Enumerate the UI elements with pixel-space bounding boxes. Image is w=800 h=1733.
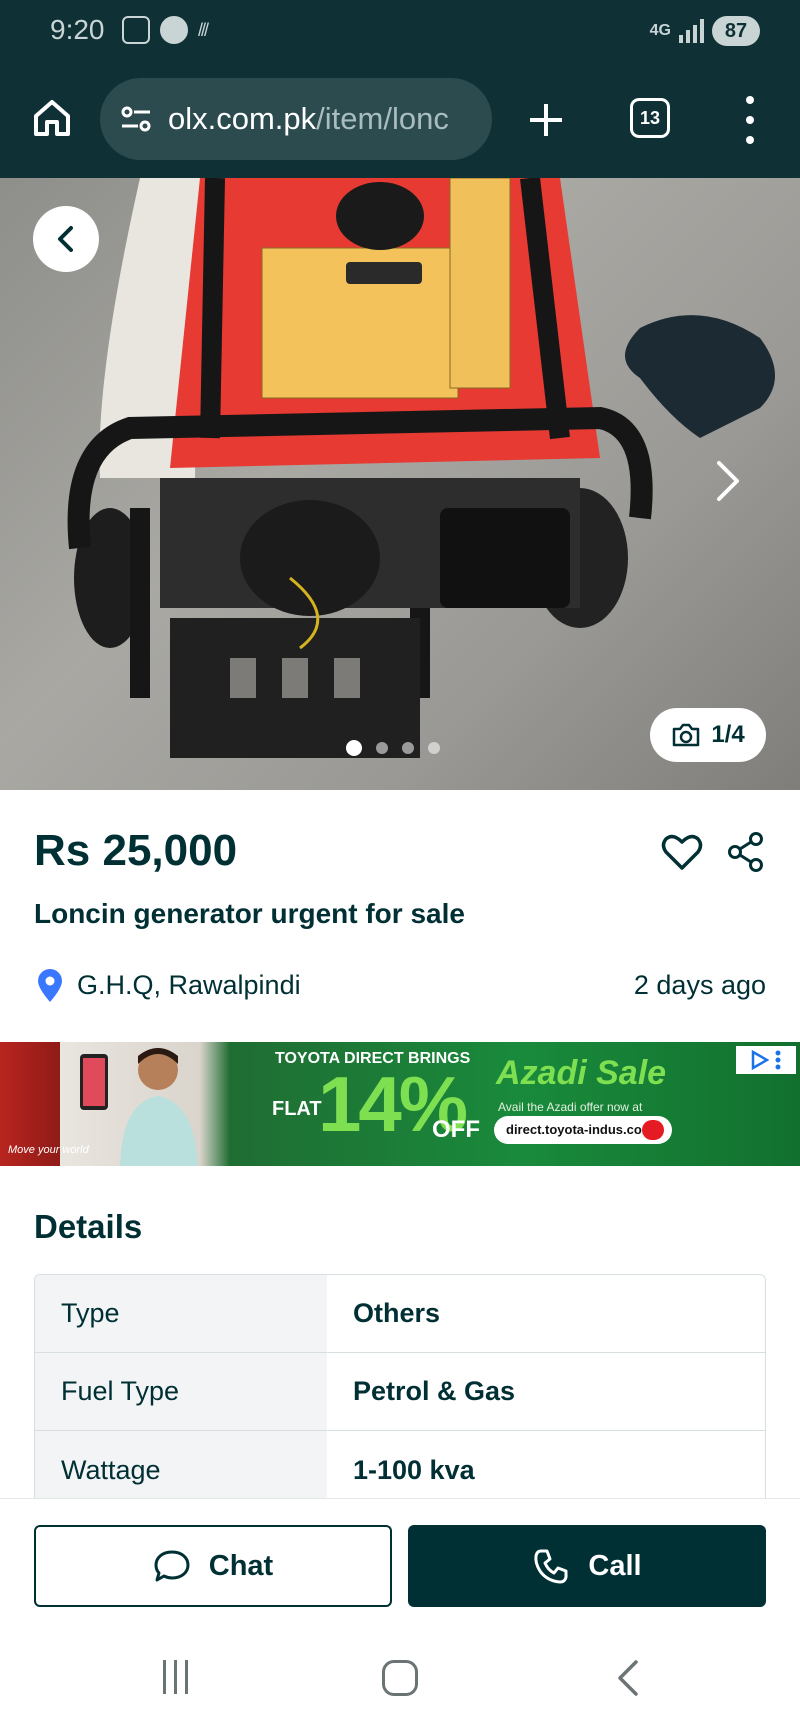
recent-bar [184,1660,188,1694]
chat-button-label: Chat [208,1549,274,1582]
carousel-dot[interactable] [402,742,414,754]
url-path: /item/lonc [316,101,449,136]
details-row: Type Others [35,1275,765,1353]
chevron-right-icon [717,461,739,501]
tray-slot [334,658,360,698]
share-button[interactable] [726,830,766,874]
url-text[interactable]: olx.com.pk/item/lonc [168,101,449,137]
status-notification-icons: /// [122,16,209,44]
favorite-button[interactable] [660,830,704,874]
ad-sale-title: Azadi Sale [496,1054,667,1092]
ad-off: OFF [432,1116,480,1143]
chat-icon [154,1550,190,1582]
tray-slot [282,658,308,698]
fuel-gauge [346,262,422,284]
home-button[interactable] [30,96,74,140]
back-arrow-icon [618,1660,638,1696]
ad-url-button[interactable] [642,1120,664,1140]
details-key: Type [35,1275,327,1352]
carousel-dot[interactable] [428,742,440,754]
status-right: 4G 87 [650,16,760,46]
plus-icon [530,104,562,136]
listing-title: Loncin generator urgent for sale [34,898,465,929]
recent-apps-button[interactable] [158,1660,192,1694]
carousel-dots [346,740,440,756]
oil-stain [625,315,775,438]
carousel-dot[interactable] [346,740,362,756]
adchoices-icon [751,1050,769,1070]
share-icon [728,832,763,872]
menu-dot [746,136,754,144]
details-row: Fuel Type Petrol & Gas [35,1353,765,1431]
image-counter[interactable]: 1/4 [650,708,766,762]
browser-toolbar: olx.com.pk/item/lonc 13 [0,66,800,178]
network-type: 4G [649,22,671,39]
next-image-button[interactable] [690,443,766,519]
new-tab-button[interactable] [522,96,570,144]
signal-icon [679,19,704,43]
details-value: Others [353,1298,441,1328]
menu-dot [746,96,754,104]
fuel-cap [336,182,424,250]
action-bar: Chat Call [0,1498,800,1618]
chevron-left-icon [58,226,73,252]
ad-banner[interactable]: TOYOTA DIRECT BRINGS FLAT 14% OFF Azadi … [0,1042,800,1166]
muffler [440,508,570,608]
ad-person-image [80,1048,198,1166]
status-bar: 9:20 /// 4G 87 [0,0,800,66]
browser-menu-button[interactable] [738,96,762,144]
address-bar[interactable]: olx.com.pk/item/lonc [100,78,492,160]
screenshot-icon [122,16,150,44]
location-pin-icon [36,968,64,1004]
status-time: 9:20 [50,14,105,45]
details-key: Fuel Type [35,1353,327,1430]
posted-time: 2 days ago [633,970,766,1000]
listing-location: G.H.Q, Rawalpindi [77,970,301,1000]
listing-price: Rs 25,000 [34,826,238,875]
menu-dot [746,116,754,124]
product-photo [67,178,775,758]
site-settings-icon[interactable] [118,101,154,137]
phone-icon [534,1549,568,1584]
call-button-label: Call [588,1549,642,1582]
ad-subtext: Avail the Azadi offer now at [498,1100,643,1114]
details-value: Petrol & Gas [353,1376,516,1406]
url-domain: olx.com.pk [168,101,317,136]
ad-flat: FLAT [272,1098,322,1120]
recent-bar [162,1660,166,1694]
home-icon [34,100,70,136]
tab-switcher-button[interactable]: 13 [630,98,670,138]
more-notifications-icon: /// [198,19,209,40]
image-counter-text: 1/4 [711,721,745,748]
call-button[interactable]: Call [408,1525,766,1607]
product-image-carousel[interactable]: 1/4 [0,178,800,790]
system-back-button[interactable] [608,1658,648,1698]
details-heading: Details [34,1208,143,1245]
tray-slot [230,658,256,698]
ad-menu-icon [775,1050,781,1070]
warning-label [449,178,511,389]
carousel-dot[interactable] [376,742,388,754]
details-table: Type Others Fuel Type Petrol & Gas Watta… [34,1274,766,1510]
system-navigation-bar [0,1618,800,1733]
system-home-button[interactable] [382,1660,418,1696]
recent-bar [173,1660,177,1694]
ad-tagline: Move your world [8,1144,89,1156]
battery-indicator: 87 [712,16,760,46]
app-notification-icon [160,16,188,44]
chat-button[interactable]: Chat [34,1525,392,1607]
camera-icon [673,723,700,747]
heart-icon [661,834,703,870]
back-button[interactable] [33,206,99,272]
frame [200,178,225,439]
ad-choices-button[interactable] [736,1046,796,1074]
